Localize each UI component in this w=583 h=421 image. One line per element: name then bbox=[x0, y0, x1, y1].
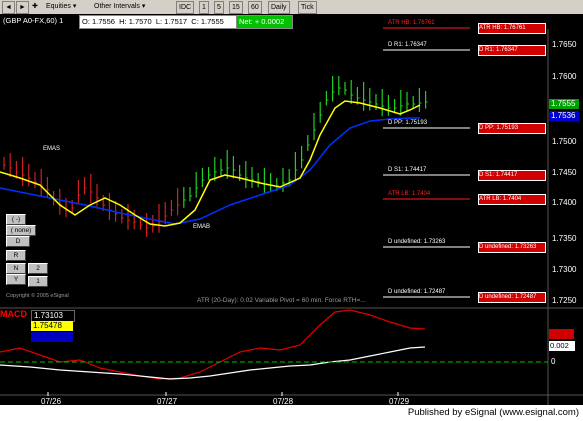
pivot-label-right: D S1: 1.74417 bbox=[478, 170, 546, 181]
side-button-y[interactable]: Y bbox=[6, 274, 26, 285]
pivot-label-left: ATR LB: 1.7404 bbox=[388, 191, 431, 197]
pivot-label-right: D R1: 1.76347 bbox=[478, 45, 546, 56]
side-button-r[interactable]: R bbox=[6, 250, 26, 261]
copyright-text: Copyright © 2005 eSignal bbox=[6, 293, 69, 299]
footer-text: Published by eSignal (www.esignal.com) bbox=[407, 407, 579, 418]
macd-axis-value: 0.002 bbox=[549, 341, 575, 351]
emas-annotation: EMAS bbox=[43, 146, 61, 152]
macd-right-tag-red bbox=[549, 329, 574, 339]
price-axis-label: 1.7250 bbox=[552, 296, 577, 305]
pivot-label-left: D PP: 1.75193 bbox=[388, 120, 428, 126]
atr-info-text: ATR (20-Day): 0.02 Variable Pivot = 60 m… bbox=[197, 297, 366, 304]
pivot-label-left: D R1: 1.76347 bbox=[388, 42, 427, 48]
pivot-label-right: D undefined: 1.73263 bbox=[478, 242, 546, 253]
price-axis-label: 1.7400 bbox=[552, 198, 577, 207]
macd-white-line bbox=[0, 346, 426, 380]
pivot-label-right: D undefined: 1.72487 bbox=[478, 292, 546, 303]
price-axis-label: 1.7350 bbox=[552, 234, 577, 243]
side-button-1[interactable]: 1 bbox=[28, 276, 48, 287]
last-price-tag: 1.7555 bbox=[549, 99, 579, 109]
avg-price-tag: 1.7536 bbox=[549, 111, 579, 121]
pivot-label-left: D undefined: 1.72487 bbox=[388, 289, 446, 295]
price-chart[interactable] bbox=[0, 0, 583, 421]
pivot-label-right: D PP: 1.75193 bbox=[478, 123, 546, 134]
macd-value-2: 1.75478 bbox=[31, 321, 73, 331]
pivot-label-right: ATR HB: 1.76761 bbox=[478, 23, 546, 34]
side-button-minus[interactable]: ( -) bbox=[6, 214, 26, 225]
price-axis-label: 1.7650 bbox=[552, 40, 577, 49]
side-button-d[interactable]: D bbox=[6, 236, 30, 247]
price-axis-label: 1.7500 bbox=[552, 137, 577, 146]
footer: Published by eSignal (www.esignal.com) bbox=[0, 405, 583, 421]
side-button-n[interactable]: N bbox=[6, 263, 26, 274]
pivot-label-left: D S1: 1.74417 bbox=[388, 167, 427, 173]
pivot-label-left: ATR HB: 1.76761 bbox=[388, 20, 435, 26]
price-axis-label: 1.7450 bbox=[552, 168, 577, 177]
pivot-label-right: ATR LB: 1.7404 bbox=[478, 194, 546, 205]
side-button-none[interactable]: ( none) bbox=[6, 225, 36, 236]
macd-label: MACD bbox=[0, 309, 27, 319]
emab-annotation: EMAB bbox=[193, 224, 211, 230]
pivot-label-left: D undefined: 1.73263 bbox=[388, 239, 446, 245]
price-axis-label: 1.7600 bbox=[552, 72, 577, 81]
macd-axis-zero: 0 bbox=[551, 357, 556, 366]
side-button-2[interactable]: 2 bbox=[28, 263, 48, 274]
macd-value-3: 1.75036 bbox=[31, 332, 73, 342]
price-axis-label: 1.7300 bbox=[552, 265, 577, 274]
